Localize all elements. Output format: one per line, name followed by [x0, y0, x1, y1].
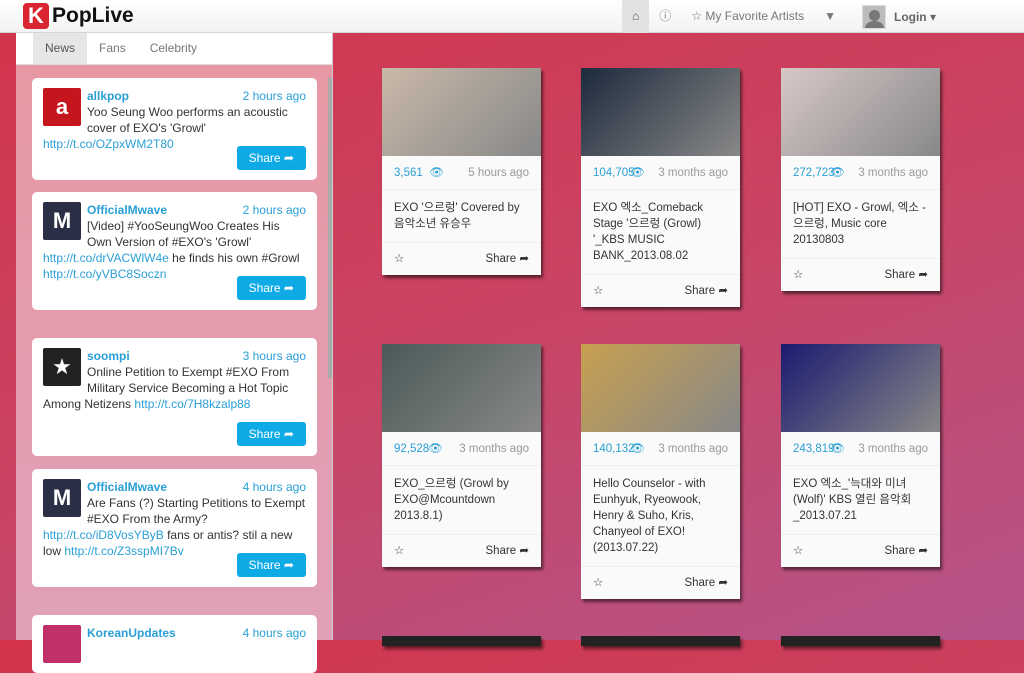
video-thumbnail[interactable]	[781, 344, 940, 432]
star-icon[interactable]: ☆	[394, 535, 404, 567]
video-card[interactable]: 3,561 👁 5 hours ago EXO '으르렁' Covered by 음…	[382, 68, 541, 275]
eye-icon: 👁	[429, 167, 444, 179]
tweet-avatar: M	[43, 479, 81, 517]
tweet-text: [Video] #YooSeungWoo Creates His Own Ver…	[87, 219, 280, 249]
video-card[interactable]: 92,528 👁 3 months ago EXO_으르렁 (Growl by EX…	[382, 344, 541, 567]
logo-icon: K	[23, 3, 49, 29]
app-title: PopLive	[52, 4, 134, 27]
share-button[interactable]: Share ➦	[684, 275, 728, 307]
tweet-avatar	[43, 625, 81, 663]
share-button[interactable]: Share ➦	[236, 146, 306, 170]
share-button[interactable]: Share ➦	[485, 535, 529, 567]
logo[interactable]: K PopLive	[23, 3, 134, 29]
view-count: 272,723	[793, 167, 835, 179]
video-card[interactable]: 272,723 👁 3 months ago [HOT] EXO - Growl, …	[781, 68, 940, 291]
video-age: 3 months ago	[658, 167, 728, 179]
video-card[interactable]	[382, 636, 541, 646]
tweet-card: 4 hours ago KoreanUpdates	[32, 615, 317, 673]
tweet-time[interactable]: 4 hours ago	[243, 625, 306, 641]
user-avatar[interactable]	[861, 4, 886, 29]
video-title[interactable]: EXO_으르렁 (Growl by EXO@Mcountdown 2013.8.…	[382, 466, 541, 535]
tweet-card: M 2 hours ago OfficialMwave [Video] #YooS…	[32, 192, 317, 310]
tweet-link[interactable]: http://t.co/iD8VosYByB	[43, 528, 164, 542]
video-title[interactable]: EXO '으르렁' Covered by 음악소년 유승우	[382, 190, 541, 243]
eye-icon: 👁	[427, 443, 443, 455]
share-button[interactable]: Share ➦	[485, 243, 529, 275]
tweet-link[interactable]: http://t.co/7H8kzalp88	[134, 397, 250, 411]
tweet-text: he finds his own #Growl	[168, 251, 300, 265]
tweet-card: ★ 3 hours ago soompi Online Petition to E…	[32, 338, 317, 456]
news-sidebar: News Fans Celebrity a 2 hours ago allkpo…	[16, 33, 333, 673]
tweet-link[interactable]: http://t.co/OZpxWM2T80	[43, 137, 174, 151]
video-age: 3 months ago	[858, 167, 928, 179]
star-icon[interactable]: ☆	[394, 243, 404, 275]
home-icon[interactable]: ⌂	[622, 0, 650, 33]
eye-icon: 👁	[630, 443, 645, 455]
eye-icon: 👁	[830, 167, 845, 179]
favorite-artists-link[interactable]: ☆ My Favorite Artists	[681, 0, 814, 33]
video-card[interactable]: 243,819 👁 3 months ago EXO 엑소_'늑대와 미녀 (Wol…	[781, 344, 940, 567]
tweet-card: M 4 hours ago OfficialMwave Are Fans (?) …	[32, 469, 317, 587]
share-button[interactable]: Share ➦	[236, 422, 306, 446]
video-title[interactable]: EXO 엑소_'늑대와 미녀 (Wolf)' KBS 열린 음악회 _2013.…	[781, 466, 940, 535]
share-button[interactable]: Share ➦	[884, 535, 928, 567]
star-icon[interactable]: ☆	[593, 567, 603, 599]
video-title[interactable]: EXO 엑소_Comeback Stage '으르렁 (Growl) '_KBS…	[581, 190, 740, 275]
tab-news[interactable]: News	[33, 33, 88, 64]
top-navbar: K PopLive ⌂ ⓘ ☆ My Favorite Artists ▼ Lo…	[0, 0, 1024, 33]
tweet-link[interactable]: http://t.co/Z3sspMI7Bv	[64, 544, 183, 558]
login-dropdown[interactable]: Login ▾	[894, 10, 936, 24]
tweet-avatar: ★	[43, 348, 81, 386]
view-count: 243,819	[793, 443, 835, 455]
tweet-link[interactable]: http://t.co/drVACWlW4e	[43, 251, 169, 265]
tweet-card: a 2 hours ago allkpop Yoo Seung Woo perfo…	[32, 78, 317, 180]
share-button[interactable]: Share ➦	[236, 553, 306, 577]
tweet-time[interactable]: 3 hours ago	[243, 348, 306, 364]
share-button[interactable]: Share ➦	[684, 567, 728, 599]
video-thumbnail[interactable]	[382, 344, 541, 432]
share-button[interactable]: Share ➦	[884, 259, 928, 291]
tweet-text: Yoo Seung Woo performs an acoustic cover…	[87, 105, 288, 135]
avatar-glyph: a	[55, 94, 69, 119]
star-icon[interactable]: ☆	[793, 535, 803, 567]
tab-fans[interactable]: Fans	[87, 33, 138, 64]
star-icon[interactable]: ☆	[593, 275, 603, 307]
avatar-glyph: M	[52, 208, 72, 233]
scrollbar[interactable]	[328, 78, 332, 378]
tweet-avatar: a	[43, 88, 81, 126]
video-age: 3 months ago	[459, 443, 529, 455]
tweet-time[interactable]: 2 hours ago	[243, 88, 306, 104]
info-icon[interactable]: ⓘ	[649, 0, 681, 33]
tweet-link[interactable]: http://t.co/yVBC8Soczn	[43, 267, 166, 281]
video-title[interactable]: Hello Counselor - with Eunhyuk, Ryeowook…	[581, 466, 740, 567]
video-age: 3 months ago	[858, 443, 928, 455]
avatar-glyph: M	[52, 485, 72, 510]
video-card[interactable]	[781, 636, 940, 646]
video-card[interactable]: 140,132 👁 3 months ago Hello Counselor - w…	[581, 344, 740, 599]
tab-celebrity[interactable]: Celebrity	[138, 33, 209, 64]
tweet-time[interactable]: 2 hours ago	[243, 202, 306, 218]
tweet-time[interactable]: 4 hours ago	[243, 479, 306, 495]
video-thumbnail[interactable]	[581, 344, 740, 432]
video-card[interactable]: 104,705 👁 3 months ago EXO 엑소_Comeback Sta…	[581, 68, 740, 307]
eye-icon: 👁	[630, 167, 645, 179]
star-icon[interactable]: ☆	[793, 259, 803, 291]
video-title[interactable]: [HOT] EXO - Growl, 엑소 - 으르렁, Music core …	[781, 190, 940, 259]
avatar-glyph: ★	[52, 354, 72, 379]
view-count: 92,528	[394, 443, 430, 455]
tweet-text: Are Fans (?) Starting Petitions to Exemp…	[87, 496, 306, 526]
view-count: 140,132	[593, 443, 635, 455]
share-button[interactable]: Share ➦	[236, 276, 306, 300]
video-age: 3 months ago	[658, 443, 728, 455]
tweet-avatar: M	[43, 202, 81, 240]
filter-icon[interactable]: ▼	[814, 0, 846, 33]
eye-icon: 👁	[830, 443, 845, 455]
video-thumbnail[interactable]	[382, 68, 541, 156]
video-thumbnail[interactable]	[581, 68, 740, 156]
view-count: 3,561	[394, 167, 423, 179]
view-count: 104,705	[593, 167, 635, 179]
video-age: 5 hours ago	[468, 167, 529, 179]
video-card[interactable]	[581, 636, 740, 646]
video-thumbnail[interactable]	[781, 68, 940, 156]
